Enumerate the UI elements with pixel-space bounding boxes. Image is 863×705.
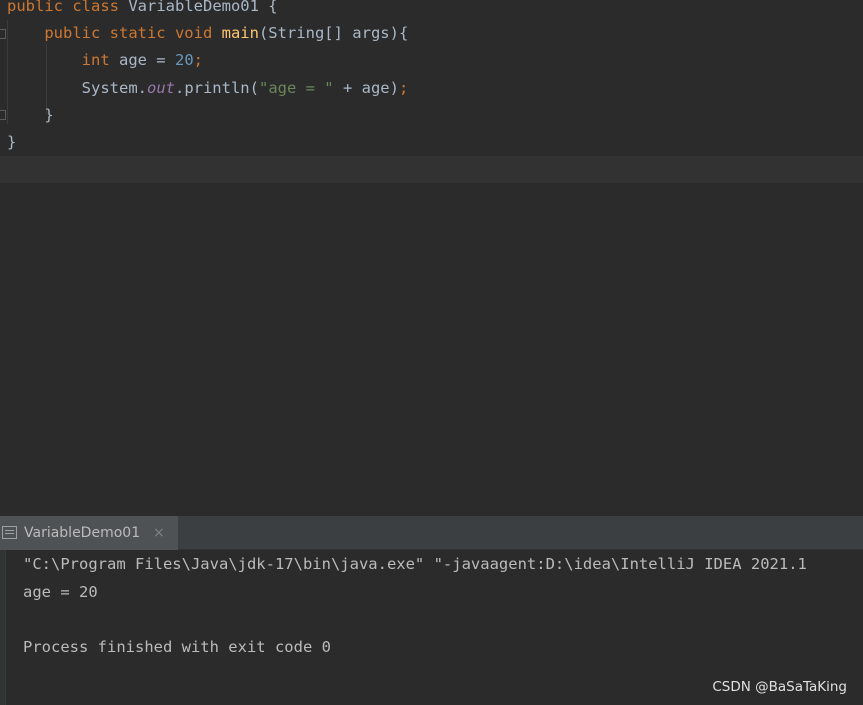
code-token: age = xyxy=(118,51,175,69)
code-line[interactable]: public static void main(String[] args){ xyxy=(7,20,863,47)
fold-marker-icon[interactable] xyxy=(0,110,6,120)
code-line[interactable]: System.out.println("age = " + age); xyxy=(7,75,863,102)
code-token: public class xyxy=(7,0,129,15)
code-token: } xyxy=(7,106,54,124)
code-token: System. xyxy=(81,79,147,97)
tab-label: VariableDemo01 xyxy=(24,525,141,541)
code-token: (String[] args){ xyxy=(258,24,409,42)
run-tab-bar: VariableDemo01 × xyxy=(0,516,863,550)
code-line[interactable]: } xyxy=(7,129,863,156)
code-editor[interactable]: public class VariableDemo01 { public sta… xyxy=(0,0,863,516)
run-tool-window: VariableDemo01 × "C:\Program Files\Java\… xyxy=(0,516,863,705)
code-token: out xyxy=(146,79,175,97)
code-token: "age = " xyxy=(258,79,334,97)
console-toolbar xyxy=(0,550,6,705)
fold-marker-icon[interactable] xyxy=(0,29,6,39)
code-token: int xyxy=(81,51,119,69)
code-line[interactable]: } xyxy=(7,102,863,129)
console-line: age = 20 xyxy=(23,583,98,601)
current-line-highlight xyxy=(0,156,863,183)
code-token: ; xyxy=(398,79,409,97)
code-token: VariableDemo01 { xyxy=(128,0,278,15)
console-icon xyxy=(2,526,17,539)
code-line[interactable]: public class VariableDemo01 { xyxy=(7,0,863,20)
code-token: .println( xyxy=(174,79,259,97)
console-line: Process finished with exit code 0 xyxy=(23,638,331,656)
code-line[interactable]: int age = 20; xyxy=(7,47,863,74)
tab-run-configuration[interactable]: VariableDemo01 × xyxy=(0,516,178,550)
code-token: ; xyxy=(193,51,203,69)
console-line: "C:\Program Files\Java\jdk-17\bin\java.e… xyxy=(23,555,807,573)
code-token: } xyxy=(7,133,17,151)
code-token: public static void xyxy=(44,24,222,42)
close-icon[interactable]: × xyxy=(153,516,165,550)
code-token: main xyxy=(221,24,259,42)
code-token: 20 xyxy=(174,51,194,69)
watermark: CSDN @BaSaTaKing xyxy=(712,679,847,695)
code-token: + age) xyxy=(333,79,399,97)
